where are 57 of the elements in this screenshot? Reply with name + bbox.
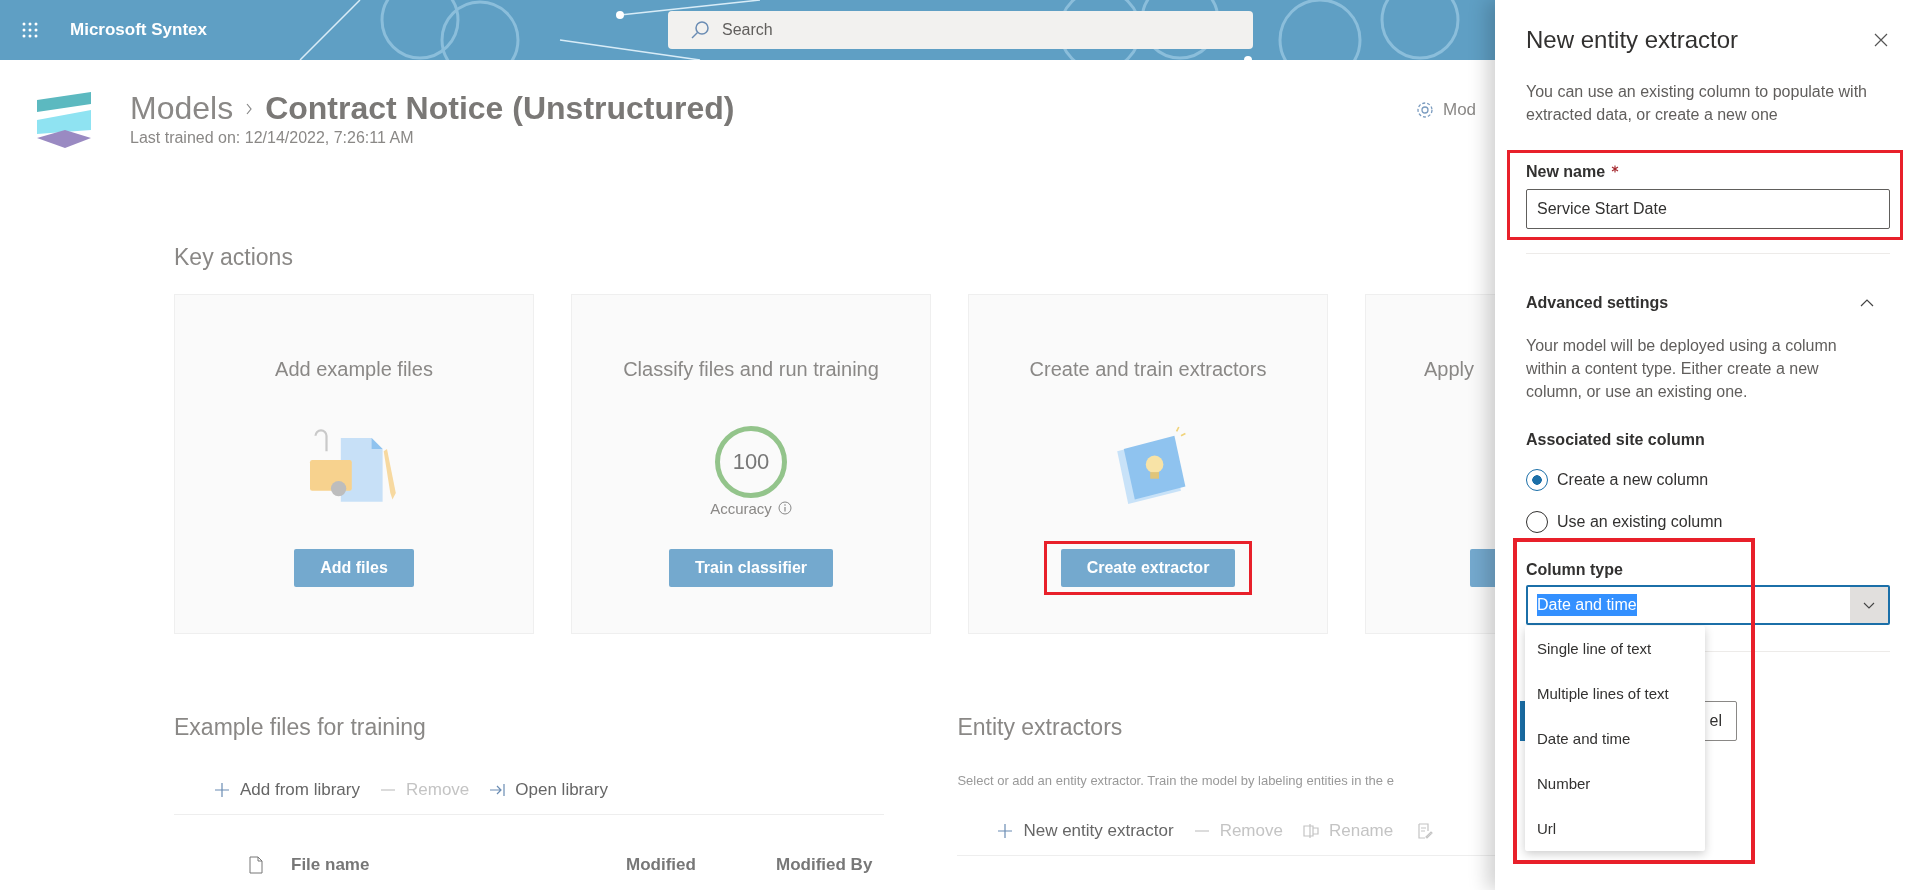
arrow-to-bar-icon xyxy=(489,782,506,798)
dropdown-option[interactable]: Multiple lines of text xyxy=(1525,671,1705,716)
card-action-button[interactable]: Train classifier xyxy=(668,549,834,587)
file-type-icon xyxy=(249,856,263,874)
radio-option[interactable]: Use an existing column xyxy=(1526,511,1723,533)
breadcrumb-link[interactable]: Models xyxy=(130,90,234,127)
search-icon xyxy=(690,20,710,40)
model-settings-link[interactable]: Mod xyxy=(1443,100,1477,120)
column-header[interactable]: Modified xyxy=(626,855,776,875)
name-input[interactable]: Service Start Date xyxy=(1526,189,1890,229)
field-label: Associated site column xyxy=(1526,431,1706,449)
card-title: Apply xyxy=(1424,358,1475,381)
plus-icon xyxy=(214,782,230,798)
card-action-button[interactable]: Create extractor xyxy=(1060,549,1236,587)
dropdown-option[interactable]: Number xyxy=(1525,761,1705,806)
dropdown-option[interactable]: Url xyxy=(1525,806,1705,851)
section-title: Entity extractors xyxy=(957,714,1124,741)
card-title: Create and train extractors xyxy=(1029,358,1267,381)
app-launcher-icon[interactable] xyxy=(21,21,39,39)
card-title: Classify files and run training xyxy=(623,358,879,381)
column-header[interactable]: File name xyxy=(291,855,626,875)
last-trained-text: Last trained on: 12/14/2022, 7:26:11 AM xyxy=(130,129,415,147)
plus-icon xyxy=(997,823,1014,839)
accuracy-label: Accuracy xyxy=(710,499,772,517)
info-icon[interactable] xyxy=(777,501,792,515)
dropdown-option[interactable]: Date and time xyxy=(1525,716,1705,761)
app-name[interactable]: Microsoft Syntex xyxy=(70,20,668,40)
section-description: Select or add an entity extractor. Train the model by labeling entities in the e xyxy=(957,773,1395,788)
column-type-dropdown[interactable]: Date and time xyxy=(1526,585,1890,625)
toolbar-button[interactable]: Open library xyxy=(489,780,608,800)
chevron-right-icon xyxy=(245,102,254,115)
search-field[interactable]: Search xyxy=(668,11,1253,49)
section-title: Key actions xyxy=(174,244,294,271)
rename-icon xyxy=(1302,823,1319,839)
edit-document-icon[interactable] xyxy=(1417,823,1434,839)
card-action-button[interactable]: Add files xyxy=(294,549,414,587)
accuracy-score: 100 xyxy=(715,425,787,498)
card-title: Add example files xyxy=(275,358,433,381)
field-label: Column type xyxy=(1526,560,1624,579)
field-label: New name xyxy=(1526,163,1606,181)
chevron-down-icon xyxy=(1863,601,1875,609)
column-header[interactable]: Modified By xyxy=(776,855,873,875)
minus-icon xyxy=(380,789,396,791)
toolbar-button[interactable]: New entity extractor xyxy=(997,821,1174,841)
panel-description: You can use an existing column to populate with extracted data, or create a new one xyxy=(1526,82,1868,125)
dropdown-option[interactable]: Single line of text xyxy=(1525,626,1705,671)
toolbar-button[interactable]: Add from library xyxy=(214,780,360,800)
section-title: Example files for training xyxy=(174,714,427,741)
advanced-settings-header[interactable]: Advanced settings xyxy=(1526,294,1669,312)
chevron-up-icon[interactable] xyxy=(1860,299,1874,307)
close-icon[interactable] xyxy=(1874,33,1888,47)
settings-icon[interactable] xyxy=(1415,100,1435,120)
page-title: Contract Notice (Unstructured) xyxy=(265,90,735,127)
minus-icon xyxy=(1193,830,1210,832)
radio-option[interactable]: Create a new column xyxy=(1526,469,1709,491)
advanced-description: Your model will be deployed using a column within a content type. Either create a new column, or use an existing one. xyxy=(1526,336,1838,402)
panel-title: New entity extractor xyxy=(1526,26,1739,54)
